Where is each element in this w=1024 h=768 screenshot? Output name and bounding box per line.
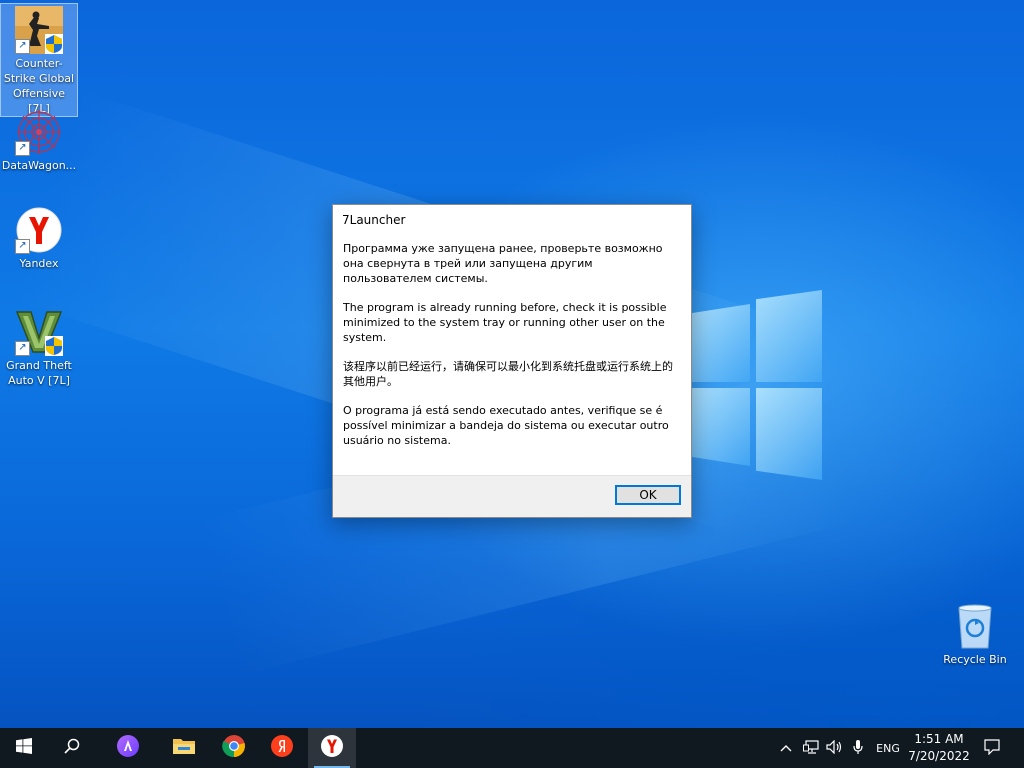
- input-language-button[interactable]: ENG: [870, 728, 906, 768]
- yandex-icon: [270, 734, 294, 762]
- desktop-icon-label: Yandex: [19, 257, 59, 270]
- yandex-browser-icon: [320, 734, 344, 762]
- dialog-footer: OK: [333, 475, 691, 517]
- desktop-icon-gta-v[interactable]: ↗ Grand Theft Auto V [7L]: [1, 306, 77, 388]
- message-dialog: 7Launcher Программа уже запущена ранее, …: [332, 204, 692, 518]
- search-icon: [64, 738, 80, 758]
- language-indicator: ENG: [876, 741, 900, 755]
- network-button[interactable]: [800, 728, 822, 768]
- microphone-icon: [853, 739, 863, 758]
- desktop: ↗ Counter-Strike Global Offensive [7L] ↗…: [0, 0, 1024, 728]
- dialog-content: Программа уже запущена ранее, проверьте …: [333, 235, 691, 448]
- file-explorer-icon: [172, 736, 196, 760]
- csgo-icon: ↗: [15, 6, 63, 54]
- dialog-message-russian: Программа уже запущена ранее, проверьте …: [343, 242, 663, 285]
- dialog-message-english: The program is already running before, c…: [343, 301, 667, 344]
- search-button[interactable]: [48, 728, 96, 768]
- chrome-button[interactable]: [210, 728, 258, 768]
- desktop-icon-yandex[interactable]: ↗ Yandex: [1, 204, 77, 271]
- file-explorer-button[interactable]: [160, 728, 208, 768]
- yandex-browser-taskbar-button[interactable]: [308, 728, 356, 768]
- desktop-icon-label: DataWagon...: [1, 159, 77, 172]
- dialog-message-chinese: 该程序以前已经运行，请确保可以最小化到系统托盘或运行系统上的其他用户。: [343, 360, 673, 388]
- volume-button[interactable]: [824, 728, 846, 768]
- ok-button[interactable]: OK: [615, 485, 681, 505]
- desktop-icon-label: Recycle Bin: [943, 653, 1007, 666]
- action-center-button[interactable]: [978, 728, 1006, 768]
- gta-v-icon: ↗: [15, 308, 63, 356]
- alice-button[interactable]: [104, 728, 152, 768]
- desktop-icon-datawagon[interactable]: ↗ DataWagon...: [1, 106, 77, 173]
- notification-icon: [984, 738, 1000, 758]
- chevron-up-icon: [780, 742, 792, 755]
- clock-date: 7/20/2022: [908, 749, 970, 763]
- desktop-icon-recycle-bin[interactable]: Recycle Bin: [937, 600, 1013, 667]
- clock-time: 1:51 AM: [914, 732, 964, 746]
- clock-button[interactable]: 1:51 AM 7/20/2022: [905, 731, 973, 765]
- dialog-title: 7Launcher: [342, 213, 406, 227]
- alice-icon: [116, 734, 140, 762]
- desktop-icon-csgo[interactable]: ↗ Counter-Strike Global Offensive [7L]: [0, 3, 78, 117]
- microphone-button[interactable]: [848, 728, 868, 768]
- taskbar: ENG 1:51 AM 7/20/2022: [0, 728, 1024, 768]
- chrome-icon: [222, 734, 246, 762]
- network-icon: [803, 739, 819, 757]
- show-hidden-icons-button[interactable]: [776, 728, 796, 768]
- yandex-button[interactable]: [258, 728, 306, 768]
- windows-logo-wallpaper: [690, 290, 822, 480]
- desktop-icon-label: Grand Theft Auto V [7L]: [6, 359, 72, 387]
- start-button[interactable]: [0, 728, 48, 768]
- start-icon: [16, 738, 32, 758]
- dialog-message-portuguese: O programa já está sendo executado antes…: [343, 404, 669, 447]
- speaker-icon: [826, 739, 844, 757]
- recycle-bin-icon: [951, 602, 999, 650]
- yandex-browser-icon: ↗: [15, 206, 63, 254]
- datawagon-icon: ↗: [15, 108, 63, 156]
